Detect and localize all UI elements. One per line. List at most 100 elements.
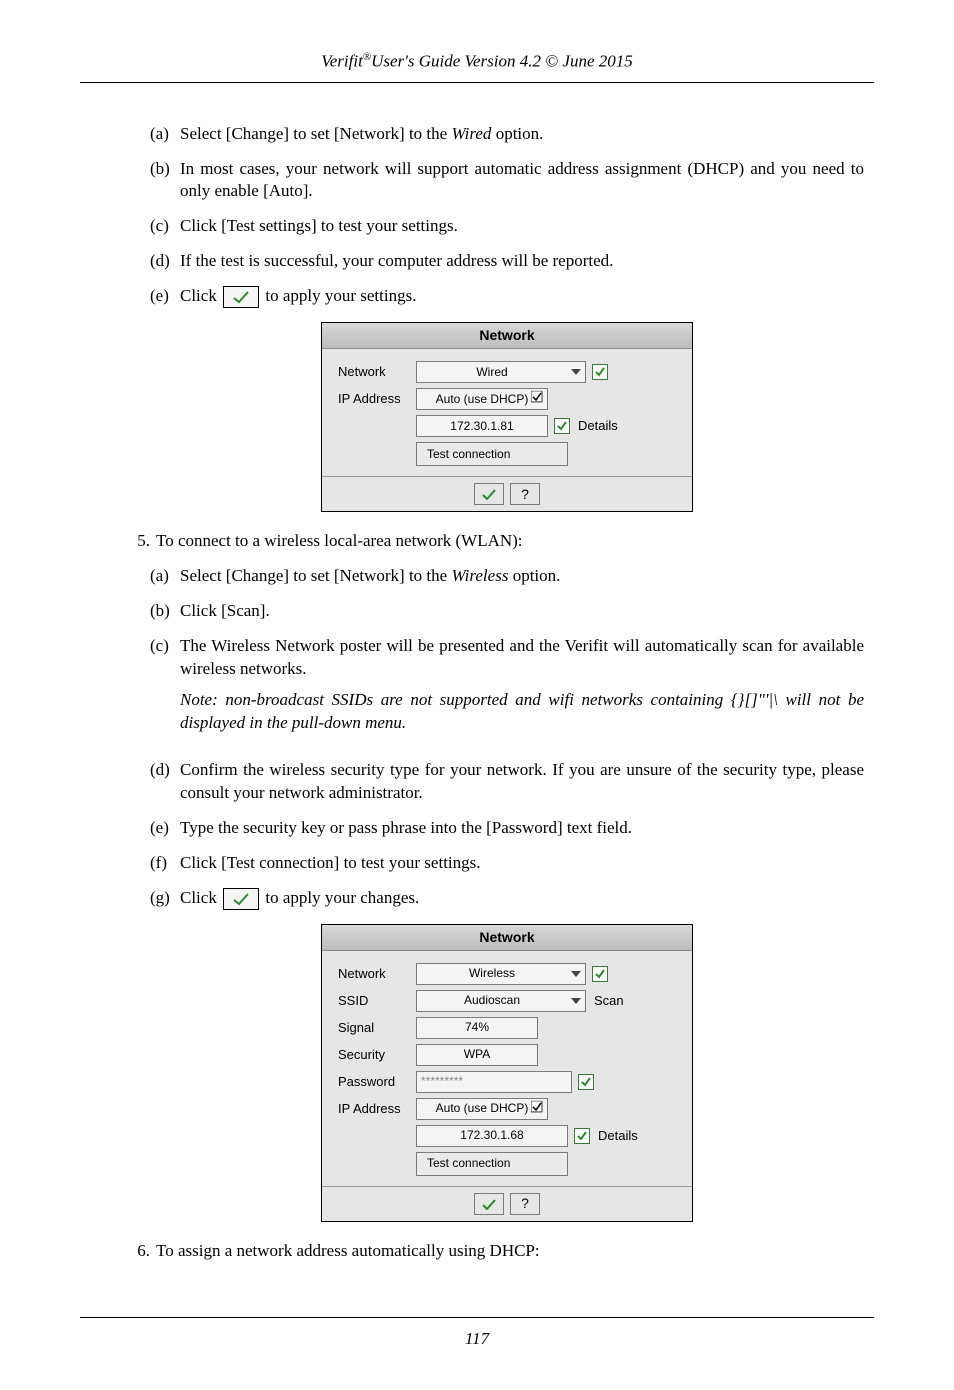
network-dialog-wired: Network Network Wired IP Address Auto (u… xyxy=(321,322,693,512)
step-body: Confirm the wireless security type for y… xyxy=(180,759,864,805)
ip-confirm-check[interactable] xyxy=(554,418,570,434)
scan-label[interactable]: Scan xyxy=(594,992,624,1010)
page-number: 117 xyxy=(80,1328,874,1351)
label-ipaddress: IP Address xyxy=(338,1100,416,1118)
test-connection-button[interactable]: Test connection xyxy=(416,1152,568,1176)
header-reg: ® xyxy=(363,51,371,63)
ssid-dropdown[interactable]: Audioscan xyxy=(416,990,586,1012)
chevron-down-icon xyxy=(569,365,583,379)
details-label[interactable]: Details xyxy=(578,417,618,435)
apply-button-inline[interactable] xyxy=(223,888,259,910)
label-security: Security xyxy=(338,1046,416,1064)
step-body: Select [Change] to set [Network] to the … xyxy=(180,123,864,146)
dropdown-value: Wireless xyxy=(469,965,515,981)
help-icon: ? xyxy=(521,485,529,504)
security-field: WPA xyxy=(416,1044,538,1066)
checkmark-icon xyxy=(481,1198,497,1210)
step-body: In most cases, your network will support… xyxy=(180,158,864,204)
step-body: Type the security key or pass phrase int… xyxy=(180,817,864,840)
text: Select [Change] to set [Network] to the xyxy=(180,566,451,585)
dialog-help-button[interactable]: ? xyxy=(510,1193,540,1215)
num-marker: 6. xyxy=(120,1240,156,1263)
text: The Wireless Network poster will be pres… xyxy=(180,635,864,681)
network-confirm-check[interactable] xyxy=(592,966,608,982)
step-marker: (e) xyxy=(150,817,180,840)
header-product: Verifit xyxy=(321,52,363,71)
details-label[interactable]: Details xyxy=(598,1127,638,1145)
note-text: Note: non-broadcast SSIDs are not suppor… xyxy=(180,689,864,735)
step-marker: (b) xyxy=(150,600,180,623)
running-header: Verifit®User's Guide Version 4.2 © June … xyxy=(80,50,874,80)
checkmark-icon xyxy=(481,488,497,500)
chevron-down-icon xyxy=(569,994,583,1008)
text-italic: Wireless xyxy=(451,566,508,585)
field-value: 172.30.1.68 xyxy=(460,1127,523,1143)
button-label: Test connection xyxy=(427,1155,510,1171)
ipaddress-mode[interactable]: Auto (use DHCP) xyxy=(416,388,548,410)
field-value: 74% xyxy=(465,1019,489,1035)
network-confirm-check[interactable] xyxy=(592,364,608,380)
network-dropdown[interactable]: Wireless xyxy=(416,963,586,985)
step-body: Click to apply your changes. xyxy=(180,887,864,910)
num-body: To connect to a wireless local-area netw… xyxy=(156,530,864,553)
dialog-help-button[interactable]: ? xyxy=(510,483,540,505)
label-ssid: SSID xyxy=(338,992,416,1010)
text: option. xyxy=(508,566,560,585)
step-marker: (a) xyxy=(150,565,180,588)
step-marker: (c) xyxy=(150,635,180,747)
help-icon: ? xyxy=(521,1194,529,1213)
field-value: Auto (use DHCP) xyxy=(436,391,529,407)
text: to apply your settings. xyxy=(261,286,416,305)
step-marker: (e) xyxy=(150,285,180,308)
signal-field: 74% xyxy=(416,1017,538,1039)
step-body: Click [Test settings] to test your setti… xyxy=(180,215,864,238)
dialog-title: Network xyxy=(322,925,692,951)
dropdown-value: Wired xyxy=(476,364,507,380)
step-marker: (c) xyxy=(150,215,180,238)
chevron-down-icon xyxy=(569,967,583,981)
step-body: Select [Change] to set [Network] to the … xyxy=(180,565,864,588)
ip-value-field: 172.30.1.81 xyxy=(416,415,548,437)
num-body: To assign a network address automaticall… xyxy=(156,1240,864,1263)
footer-rule xyxy=(80,1317,874,1318)
ip-value-field: 172.30.1.68 xyxy=(416,1125,568,1147)
step-body: Click to apply your settings. xyxy=(180,285,864,308)
step-body: Click [Scan]. xyxy=(180,600,864,623)
step-marker: (f) xyxy=(150,852,180,875)
dhcp-checkbox[interactable] xyxy=(531,391,543,407)
header-rest: User's Guide Version 4.2 © June 2015 xyxy=(371,52,633,71)
text-italic: Wired xyxy=(451,124,491,143)
dialog-apply-button[interactable] xyxy=(474,483,504,505)
button-label: Test connection xyxy=(427,446,510,462)
step-body: If the test is successful, your computer… xyxy=(180,250,864,273)
text: option. xyxy=(491,124,543,143)
dropdown-value: Audioscan xyxy=(464,992,520,1008)
step-marker: (d) xyxy=(150,759,180,805)
label-ipaddress: IP Address xyxy=(338,390,416,408)
num-marker: 5. xyxy=(120,530,156,553)
ipaddress-mode[interactable]: Auto (use DHCP) xyxy=(416,1098,548,1120)
step-marker: (b) xyxy=(150,158,180,204)
step-body: Click [Test connection] to test your set… xyxy=(180,852,864,875)
field-value: WPA xyxy=(464,1046,490,1062)
dialog-title: Network xyxy=(322,323,692,349)
dhcp-checkbox[interactable] xyxy=(531,1100,543,1116)
test-connection-button[interactable]: Test connection xyxy=(416,442,568,466)
password-field[interactable]: ********* xyxy=(416,1071,572,1093)
label-password: Password xyxy=(338,1073,416,1091)
text: Select [Change] to set [Network] to the xyxy=(180,124,451,143)
field-value: ********* xyxy=(421,1073,463,1089)
step-marker: (g) xyxy=(150,887,180,910)
network-dialog-wireless: Network Network Wireless SSID Audioscan xyxy=(321,924,693,1222)
checkmark-icon xyxy=(231,892,251,906)
text: Click xyxy=(180,286,221,305)
ip-confirm-check[interactable] xyxy=(574,1128,590,1144)
field-value: 172.30.1.81 xyxy=(450,418,513,434)
step-marker: (a) xyxy=(150,123,180,146)
apply-button-inline[interactable] xyxy=(223,286,259,308)
checkmark-icon xyxy=(231,290,251,304)
network-dropdown[interactable]: Wired xyxy=(416,361,586,383)
dialog-apply-button[interactable] xyxy=(474,1193,504,1215)
text: Click xyxy=(180,888,221,907)
password-confirm-check[interactable] xyxy=(578,1074,594,1090)
